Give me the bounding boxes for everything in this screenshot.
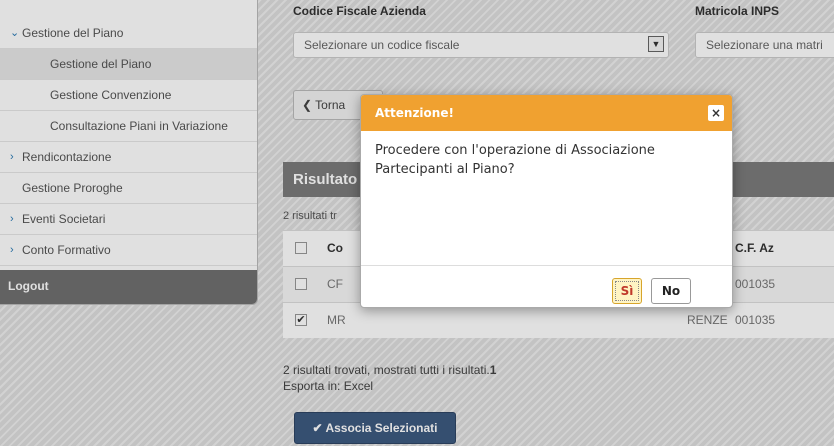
no-button[interactable]: No bbox=[651, 278, 691, 304]
yes-button[interactable]: Sì bbox=[612, 278, 642, 304]
close-icon[interactable]: × bbox=[708, 105, 724, 121]
dialog-message: Procedere con l'operazione di Associazio… bbox=[375, 143, 655, 177]
confirm-dialog: Attenzione! × Procedere con l'operazione… bbox=[360, 94, 733, 308]
dialog-title: Attenzione! bbox=[375, 106, 454, 120]
dialog-header: Attenzione! × bbox=[361, 95, 732, 131]
dialog-footer: Sì No bbox=[361, 265, 732, 307]
